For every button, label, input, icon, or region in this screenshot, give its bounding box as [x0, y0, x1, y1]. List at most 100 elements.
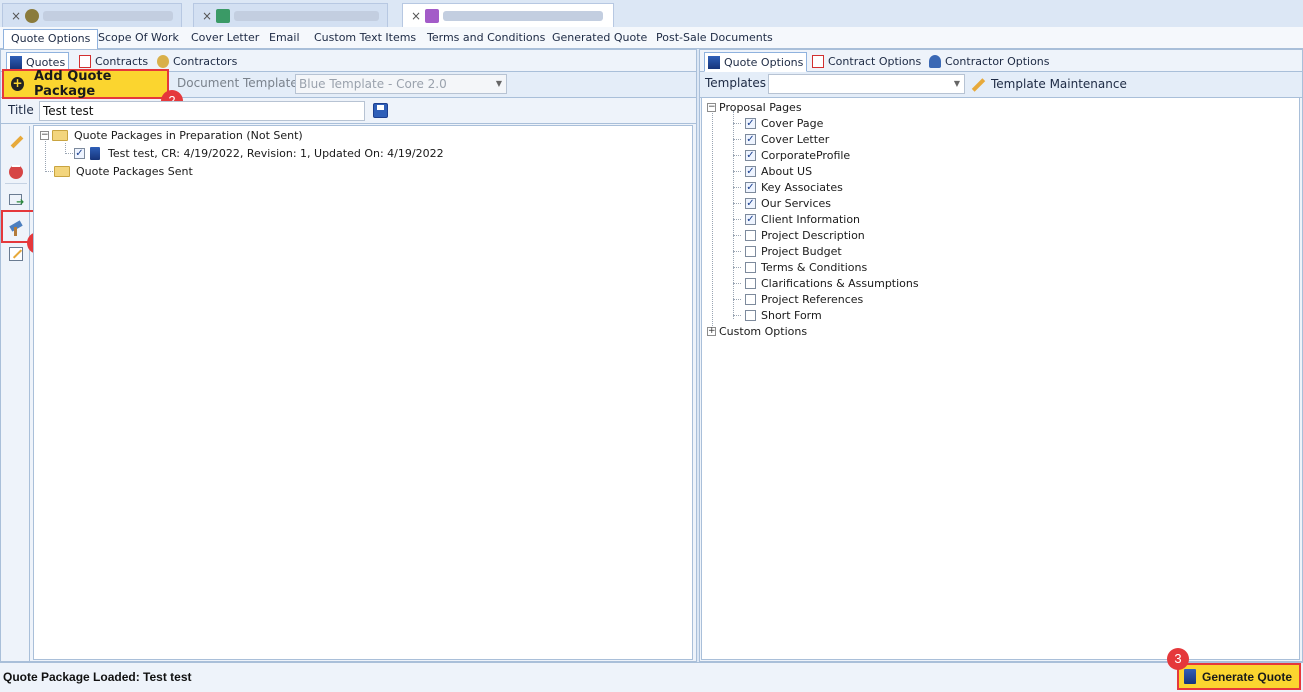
proposal-page-label: Project Budget: [761, 244, 842, 258]
title-label: Title: [8, 103, 34, 117]
proposal-page-item[interactable]: Project Budget: [730, 243, 842, 259]
document-tab-2[interactable]: ×: [193, 3, 388, 27]
menu-terms-and-conditions[interactable]: Terms and Conditions: [420, 29, 552, 48]
checkbox[interactable]: [745, 293, 756, 305]
proposal-page-item[interactable]: Terms & Conditions: [730, 259, 867, 275]
tree-node-label: Quote Packages Sent: [76, 164, 193, 178]
proposal-pages-tree: − Proposal Pages ✓ Cover Page ✓ Cover Lette…: [701, 97, 1300, 660]
section-menu-bar: Quote Options Scope Of Work Cover Letter…: [0, 27, 1303, 50]
status-bar: Quote Package Loaded: Test test: [0, 662, 1303, 692]
tab-contract-options-label: Contract Options: [828, 55, 922, 68]
tree-line: [733, 235, 741, 236]
tree-node-label: Proposal Pages: [719, 100, 802, 114]
document-tab-3[interactable]: ×: [402, 3, 614, 28]
proposal-page-item[interactable]: Clarifications & Assumptions: [730, 275, 919, 291]
menu-generated-quote[interactable]: Generated Quote: [545, 29, 654, 48]
menu-post-sale-documents[interactable]: Post-Sale Documents: [649, 29, 780, 48]
expand-icon[interactable]: +: [707, 326, 716, 336]
proposal-page-item[interactable]: Project Description: [730, 227, 865, 243]
checkbox[interactable]: [745, 309, 756, 321]
tree-node-quote-package[interactable]: ✓ Test test, CR: 4/19/2022, Revision: 1,…: [74, 145, 444, 161]
checkbox[interactable]: [745, 277, 756, 289]
proposal-page-item[interactable]: Project References: [730, 291, 863, 307]
quote-icon: [90, 146, 100, 160]
checkbox[interactable]: ✓: [745, 149, 756, 161]
export-icon[interactable]: ➜: [8, 191, 25, 208]
tab-title-redacted: [43, 10, 173, 21]
generate-quote-button[interactable]: Generate Quote: [1177, 663, 1301, 690]
menu-scope-of-work[interactable]: Scope Of Work: [91, 29, 186, 48]
pencil-icon[interactable]: [8, 133, 25, 150]
step-badge-3: 3: [1167, 648, 1189, 670]
checkbox[interactable]: ✓: [745, 165, 756, 177]
tree-node-proposal-pages[interactable]: − Proposal Pages: [707, 99, 802, 115]
tree-line: [712, 111, 713, 332]
proposal-page-label: Project Description: [761, 228, 865, 242]
tree-node-sent[interactable]: Quote Packages Sent: [54, 163, 193, 179]
title-input[interactable]: Test test: [39, 101, 365, 121]
document-tab-strip: × × ×: [0, 0, 1303, 28]
close-icon[interactable]: ×: [411, 9, 423, 23]
delete-icon[interactable]: [8, 159, 25, 179]
menu-quote-options[interactable]: Quote Options: [3, 29, 99, 50]
menu-cover-letter[interactable]: Cover Letter: [184, 29, 266, 48]
status-text: Quote Package Loaded: Test test: [3, 670, 192, 684]
tree-line: [733, 219, 741, 220]
form-icon: [425, 9, 439, 23]
quote-icon: [1184, 669, 1196, 684]
proposal-page-label: Cover Letter: [761, 132, 830, 146]
save-icon[interactable]: [373, 103, 388, 118]
checkbox[interactable]: ✓: [745, 117, 756, 129]
tab-contract-options[interactable]: Contract Options: [812, 52, 921, 71]
templates-select[interactable]: ▼: [768, 74, 965, 94]
proposal-page-item[interactable]: ✓ Cover Page: [730, 115, 823, 131]
tree-line: [733, 315, 741, 316]
side-toolbar: ➜: [1, 126, 30, 661]
checkbox[interactable]: ✓: [745, 197, 756, 209]
collapse-icon[interactable]: −: [40, 130, 49, 140]
tree-line: [733, 283, 741, 284]
tab-quote-options-label: Quote Options: [724, 55, 804, 69]
close-icon[interactable]: ×: [202, 9, 214, 23]
checkbox[interactable]: ✓: [745, 213, 756, 225]
checkbox[interactable]: [745, 229, 756, 241]
add-quote-package-button[interactable]: + Add Quote Package: [2, 69, 169, 99]
checkbox[interactable]: ✓: [74, 147, 85, 159]
proposal-page-item[interactable]: ✓ Client Information: [730, 211, 860, 227]
proposal-page-item[interactable]: ✓ CorporateProfile: [730, 147, 850, 163]
pencil-icon: [970, 76, 986, 92]
proposal-page-item[interactable]: ✓ Our Services: [730, 195, 831, 211]
tab-contractors[interactable]: Contractors: [157, 52, 237, 71]
checkbox[interactable]: ✓: [745, 181, 756, 193]
quote-packages-tree: − Quote Packages in Preparation (Not Sen…: [33, 125, 693, 660]
proposal-page-label: Project References: [761, 292, 864, 306]
tab-contractor-options[interactable]: Contractor Options: [929, 52, 1050, 71]
pdf-icon: [79, 55, 91, 68]
menu-custom-text-items[interactable]: Custom Text Items: [307, 29, 423, 48]
collapse-icon[interactable]: −: [707, 102, 716, 112]
chevron-down-icon: ▼: [953, 79, 960, 88]
close-icon[interactable]: ×: [11, 9, 23, 23]
document-template-select[interactable]: Blue Template - Core 2.0 ▼: [295, 74, 507, 94]
proposal-page-item[interactable]: ✓ Key Associates: [730, 179, 843, 195]
add-quote-package-label: Add Quote Package: [34, 69, 112, 99]
proposal-page-item[interactable]: ✓ About US: [730, 163, 812, 179]
tree-node-custom-options[interactable]: + Custom Options: [707, 323, 807, 339]
tree-line: [733, 299, 741, 300]
tree-line: [733, 203, 741, 204]
checkbox[interactable]: ✓: [745, 133, 756, 145]
tab-title-redacted: [234, 10, 379, 21]
tree-node-in-preparation[interactable]: − Quote Packages in Preparation (Not Sen…: [40, 127, 303, 143]
checkbox[interactable]: [745, 261, 756, 273]
template-maintenance-button[interactable]: Template Maintenance: [970, 76, 1127, 92]
edit-document-icon[interactable]: [8, 246, 25, 263]
menu-email[interactable]: Email: [262, 29, 307, 48]
proposal-page-item[interactable]: ✓ Cover Letter: [730, 131, 829, 147]
proposal-page-label: Short Form: [761, 308, 822, 322]
tab-quote-options[interactable]: Quote Options: [704, 52, 808, 72]
document-tab-1[interactable]: ×: [2, 3, 182, 27]
tree-line: [733, 155, 741, 156]
proposal-page-item[interactable]: Short Form: [730, 307, 822, 323]
tree-line: [733, 187, 741, 188]
checkbox[interactable]: [745, 245, 756, 257]
